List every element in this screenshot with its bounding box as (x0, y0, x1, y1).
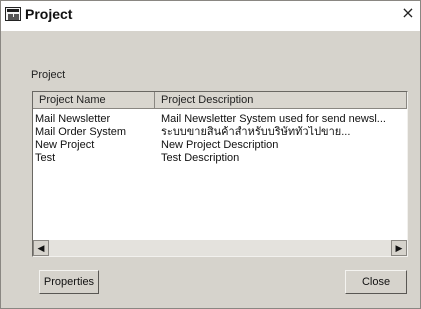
properties-button[interactable]: Properties (39, 270, 99, 294)
close-button[interactable]: Close (345, 270, 407, 294)
table-row[interactable]: Mail Order System ระบบขายสินค้าสำหรับบริ… (33, 126, 407, 139)
project-name-cell: New Project (35, 139, 95, 151)
project-description-cell: Mail Newsletter System used for send new… (161, 113, 386, 125)
table-row[interactable]: Test Test Description (33, 152, 407, 165)
list-header: Project Name Project Description (33, 92, 407, 109)
table-row[interactable]: Mail Newsletter Mail Newsletter System u… (33, 113, 407, 126)
project-description-cell: Test Description (161, 152, 240, 164)
title-bar: Project × (1, 1, 420, 31)
scroll-right-icon[interactable]: ▶ (391, 240, 407, 256)
column-header-project-name[interactable]: Project Name (33, 92, 155, 109)
project-name-cell: Mail Order System (35, 126, 127, 138)
table-row[interactable]: New Project New Project Description (33, 139, 407, 152)
project-window-icon (5, 7, 21, 21)
horizontal-scrollbar[interactable]: ◀ ▶ (33, 240, 407, 256)
close-icon[interactable]: × (400, 4, 416, 22)
project-list[interactable]: Project Name Project Description Mail Ne… (32, 91, 408, 257)
column-header-project-description[interactable]: Project Description (155, 92, 407, 109)
project-group-label: Project (31, 69, 66, 81)
project-name-cell: Mail Newsletter (35, 113, 111, 125)
scroll-left-icon[interactable]: ◀ (33, 240, 49, 256)
project-description-cell: New Project Description (161, 139, 279, 151)
project-dialog: Project × Project Project Name Project D… (0, 0, 421, 309)
project-name-cell: Test (35, 152, 56, 164)
project-description-cell: ระบบขายสินค้าสำหรับบริษัททั่วไปขาย... (161, 126, 351, 138)
window-title: Project (25, 6, 73, 22)
